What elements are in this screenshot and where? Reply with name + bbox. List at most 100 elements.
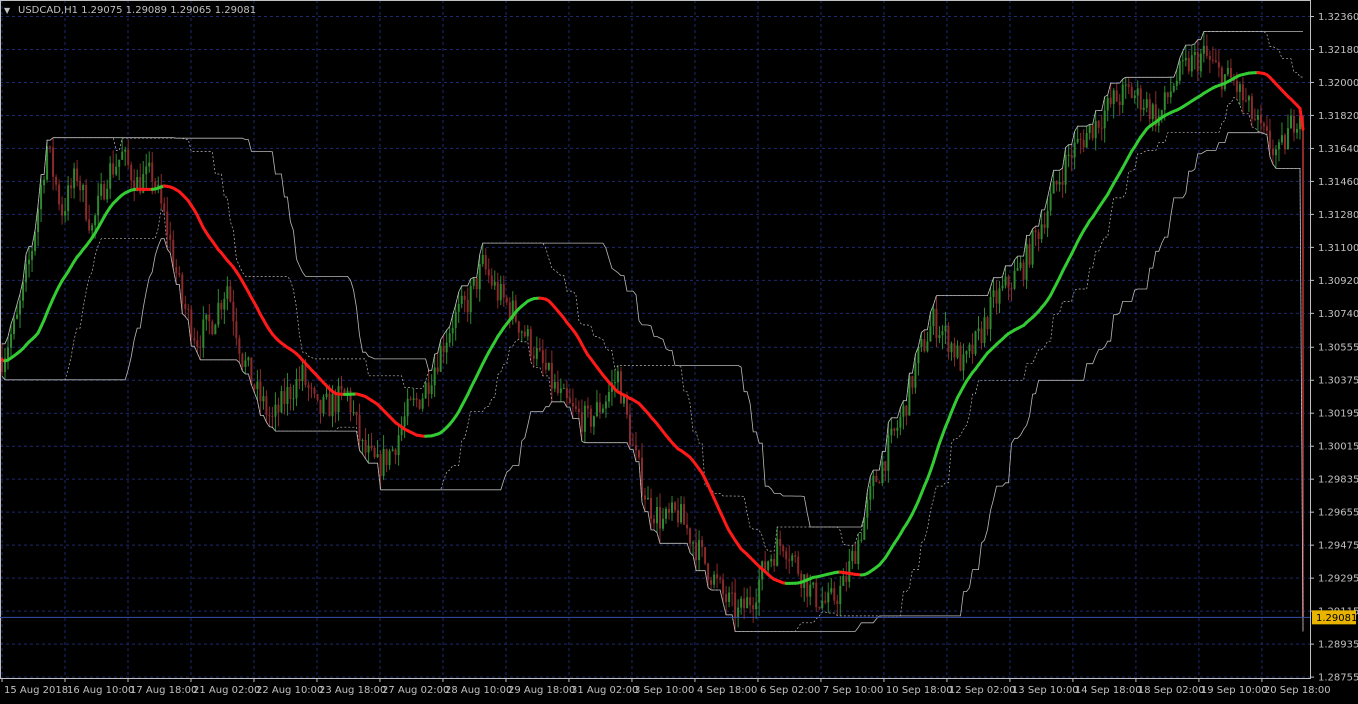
candle-body [91,225,93,230]
candle-body [127,150,129,165]
candle-body [461,296,463,304]
candle-body [758,579,760,602]
candle-body [1284,135,1286,149]
candle-body [740,599,742,608]
candle-body [1209,56,1211,60]
candle-body [286,387,288,404]
candle-body [1068,155,1070,156]
candle-body [956,346,958,358]
candle-body [572,403,574,406]
candle-body [1191,55,1193,71]
candle-body [629,415,631,445]
candle-body [1167,92,1169,97]
candle-body [536,348,538,359]
candle-body [61,204,63,215]
candle-body [1215,61,1217,63]
candle-body [1080,139,1082,140]
candle-body [1149,99,1151,119]
candle-body [1275,149,1277,155]
candle-body [1197,52,1199,71]
candle-body [1086,133,1088,147]
candle-body [1293,116,1295,133]
candle-body [1206,46,1208,56]
candle-body [464,296,466,300]
candle-body [1014,271,1016,289]
candle-body [764,561,766,570]
candle-body [1038,232,1040,239]
candle-body [145,167,147,175]
candle-body [1248,96,1250,100]
candle-body [731,593,733,594]
candle-body [187,309,189,310]
candle-body [1176,81,1178,86]
candle-body [491,276,493,286]
candle-body [1128,85,1130,87]
candle-body [725,594,727,602]
y-tick-label: 1.31280 [1318,210,1358,221]
candle-body [1188,58,1190,71]
candle-body [920,339,922,347]
candle-body [656,507,658,523]
candle-body [971,345,973,354]
candle-body [112,163,114,174]
candle-body [199,347,201,348]
candle-body [1035,230,1037,232]
candle-body [614,382,616,383]
candle-body [470,286,472,312]
candle-body [494,282,496,286]
candle-body [392,450,394,451]
candle-body [635,445,637,450]
candle-body [887,435,889,471]
candle-body [1200,54,1202,72]
candle-body [689,528,691,543]
symbol-dropdown-arrow[interactable]: ▼ [4,6,11,15]
candle-body [79,181,81,190]
candle-body [1146,99,1148,107]
candle-body [1101,128,1103,129]
candle-body [560,388,562,392]
candle-body [446,343,448,353]
candle-body [298,379,300,381]
candle-body [190,309,192,338]
candle-body [542,350,544,363]
candle-body [1143,108,1145,110]
candle-body [893,429,895,431]
candle-body [746,597,748,608]
candle-body [695,542,697,560]
candle-body [818,607,820,608]
candle-body [701,540,703,547]
candle-body [902,406,904,417]
candle-body [341,386,343,389]
candle-body [722,579,724,594]
candle-body [503,284,505,298]
candle-body [118,160,120,167]
candle-body [1239,84,1241,92]
candle-body [386,449,388,465]
candle-body [28,260,30,265]
candle-body [884,461,886,470]
candle-body [322,397,324,414]
candle-body [653,519,655,523]
candle-body [434,368,436,386]
candle-body [1263,123,1265,126]
candle-body [791,555,793,560]
candle-body [984,317,986,343]
candle-body [1011,288,1013,289]
candle-body [49,146,51,147]
candle-body [1173,86,1175,92]
candle-body [848,561,850,582]
x-tick-label: 17 Aug 18:00 [130,685,197,696]
candle-body [632,445,634,446]
candle-body [836,601,838,604]
x-tick-label: 7 Sep 10:00 [823,685,883,696]
candle-body [1182,60,1184,61]
candle-body [809,585,811,597]
candle-body [310,388,312,389]
candle-body [677,510,679,522]
candle-body [1056,181,1058,184]
candle-body [295,379,297,398]
candle-body [1107,98,1109,111]
candle-body [289,387,291,399]
candle-body [1212,60,1214,61]
candle-body [1194,52,1196,55]
